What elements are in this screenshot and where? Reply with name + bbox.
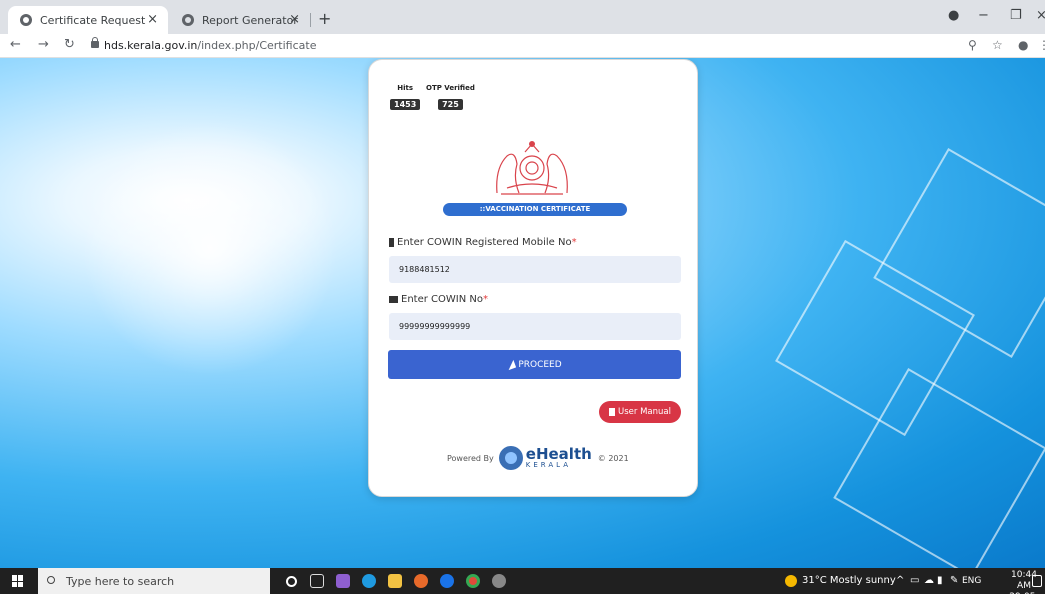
firefox-icon[interactable] bbox=[414, 574, 428, 588]
tab-report-generator[interactable]: Report Generator × bbox=[170, 6, 310, 34]
tab-strip: Certificate Request × Report Generator ×… bbox=[0, 0, 1045, 34]
copyright: © 2021 bbox=[597, 453, 629, 463]
powered-by-footer: Powered By eHealth KERALA © 2021 bbox=[447, 446, 629, 470]
restore-icon[interactable]: ❐ bbox=[1010, 8, 1022, 23]
pen-icon[interactable]: ✎ bbox=[950, 575, 958, 586]
vaccination-certificate-banner: ::VACCINATION CERTIFICATE REQUEST/STATUS… bbox=[443, 203, 627, 226]
address-bar[interactable]: hds.kerala.gov.in/index.php/Certificate bbox=[104, 39, 316, 52]
weather-sun-icon[interactable] bbox=[785, 575, 797, 587]
stat-value: 1453 bbox=[390, 99, 421, 110]
tab-certificate-request[interactable]: Certificate Request × bbox=[8, 6, 168, 34]
account-icon[interactable]: ● bbox=[1018, 38, 1028, 52]
snipping-tool-icon[interactable] bbox=[492, 574, 506, 588]
url-host: hds.kerala.gov.in bbox=[104, 39, 198, 52]
battery-icon[interactable]: ▮ bbox=[937, 575, 943, 586]
minimize-icon[interactable]: − bbox=[978, 8, 989, 23]
user-manual-button[interactable]: User Manual bbox=[599, 401, 681, 423]
tab-title: Certificate Request bbox=[40, 13, 146, 27]
window-close-icon[interactable]: × bbox=[1036, 8, 1045, 23]
reload-icon[interactable]: ↻ bbox=[64, 37, 75, 52]
certificate-card: Hits 1453 OTP Verified 725 ::VACCINATION… bbox=[368, 59, 698, 497]
skype-icon[interactable] bbox=[440, 574, 454, 588]
proceed-button[interactable]: PROCEED bbox=[388, 350, 681, 379]
task-view-icon[interactable] bbox=[310, 574, 324, 588]
globe-icon bbox=[182, 14, 194, 26]
mobile-label-text: Enter COWIN Registered Mobile No bbox=[397, 237, 572, 248]
cowin-input[interactable] bbox=[389, 313, 681, 340]
cowin-label: Enter COWIN No * bbox=[389, 294, 488, 305]
edge-icon[interactable] bbox=[362, 574, 376, 588]
menu-icon[interactable]: ⋮ bbox=[1038, 38, 1045, 52]
onedrive-icon[interactable]: ☁ bbox=[924, 575, 934, 586]
network-icon[interactable]: ▭ bbox=[910, 575, 919, 586]
mobile-input[interactable] bbox=[389, 256, 681, 283]
stat-value: 725 bbox=[438, 99, 463, 110]
required-mark: * bbox=[482, 294, 488, 305]
search-placeholder: Type here to search bbox=[66, 574, 175, 588]
send-icon bbox=[506, 359, 517, 370]
tray-chevron-icon[interactable]: ^ bbox=[896, 575, 904, 586]
windows-start-icon[interactable] bbox=[12, 575, 24, 587]
tab-separator bbox=[310, 13, 311, 27]
lock-icon[interactable] bbox=[91, 37, 99, 48]
file-explorer-icon[interactable] bbox=[388, 574, 402, 588]
notification-icon[interactable] bbox=[1032, 575, 1042, 587]
logo-sub: KERALA bbox=[525, 461, 572, 469]
stat-label: OTP Verified bbox=[426, 84, 475, 92]
otp-verified-stat: OTP Verified 725 bbox=[426, 84, 475, 111]
address-toolbar: ← → ↻ hds.kerala.gov.in/index.php/Certif… bbox=[0, 34, 1045, 58]
required-mark: * bbox=[571, 237, 577, 248]
kerala-emblem-icon bbox=[496, 141, 568, 195]
forward-icon[interactable]: → bbox=[38, 37, 49, 52]
close-icon[interactable]: × bbox=[147, 12, 158, 27]
bookmark-star-icon[interactable]: ☆ bbox=[992, 38, 1003, 52]
globe-icon bbox=[20, 14, 32, 26]
language-indicator[interactable]: ENG bbox=[962, 576, 981, 586]
powered-by-text: Powered By bbox=[447, 453, 494, 463]
mobile-label: Enter COWIN Registered Mobile No * bbox=[389, 237, 577, 248]
cowin-label-text: Enter COWIN No bbox=[401, 294, 483, 305]
id-card-icon bbox=[389, 296, 398, 303]
url-path: /index.php/Certificate bbox=[197, 39, 317, 52]
weather-text[interactable]: 31°C Mostly sunny bbox=[802, 575, 896, 586]
hits-stat: Hits 1453 bbox=[390, 84, 421, 111]
visual-studio-icon[interactable] bbox=[336, 574, 350, 588]
light-flare bbox=[60, 98, 360, 398]
taskbar-search[interactable]: Type here to search bbox=[38, 568, 270, 594]
tab-title: Report Generator bbox=[202, 13, 298, 27]
new-tab-button[interactable]: + bbox=[318, 9, 331, 28]
proceed-label: PROCEED bbox=[518, 359, 562, 370]
mobile-icon bbox=[389, 238, 394, 247]
close-icon[interactable]: × bbox=[289, 12, 300, 27]
profile-icon[interactable]: ● bbox=[948, 8, 959, 23]
chrome-icon[interactable] bbox=[466, 574, 480, 588]
stat-label: Hits bbox=[397, 84, 414, 92]
page-background: Hits 1453 OTP Verified 725 ::VACCINATION… bbox=[0, 58, 1045, 568]
back-icon[interactable]: ← bbox=[10, 37, 21, 52]
document-icon bbox=[609, 408, 616, 416]
taskbar: Type here to search 31°C Mostly sunny ^ … bbox=[0, 568, 1045, 594]
logo-main: eHealth bbox=[525, 445, 592, 463]
ehealth-logo: eHealth KERALA bbox=[526, 447, 592, 469]
zoom-icon[interactable]: ⚲ bbox=[968, 38, 977, 52]
ehealth-logo-icon bbox=[498, 446, 523, 470]
cortana-icon[interactable] bbox=[286, 576, 297, 587]
search-icon bbox=[47, 576, 55, 584]
manual-label: User Manual bbox=[618, 407, 671, 417]
